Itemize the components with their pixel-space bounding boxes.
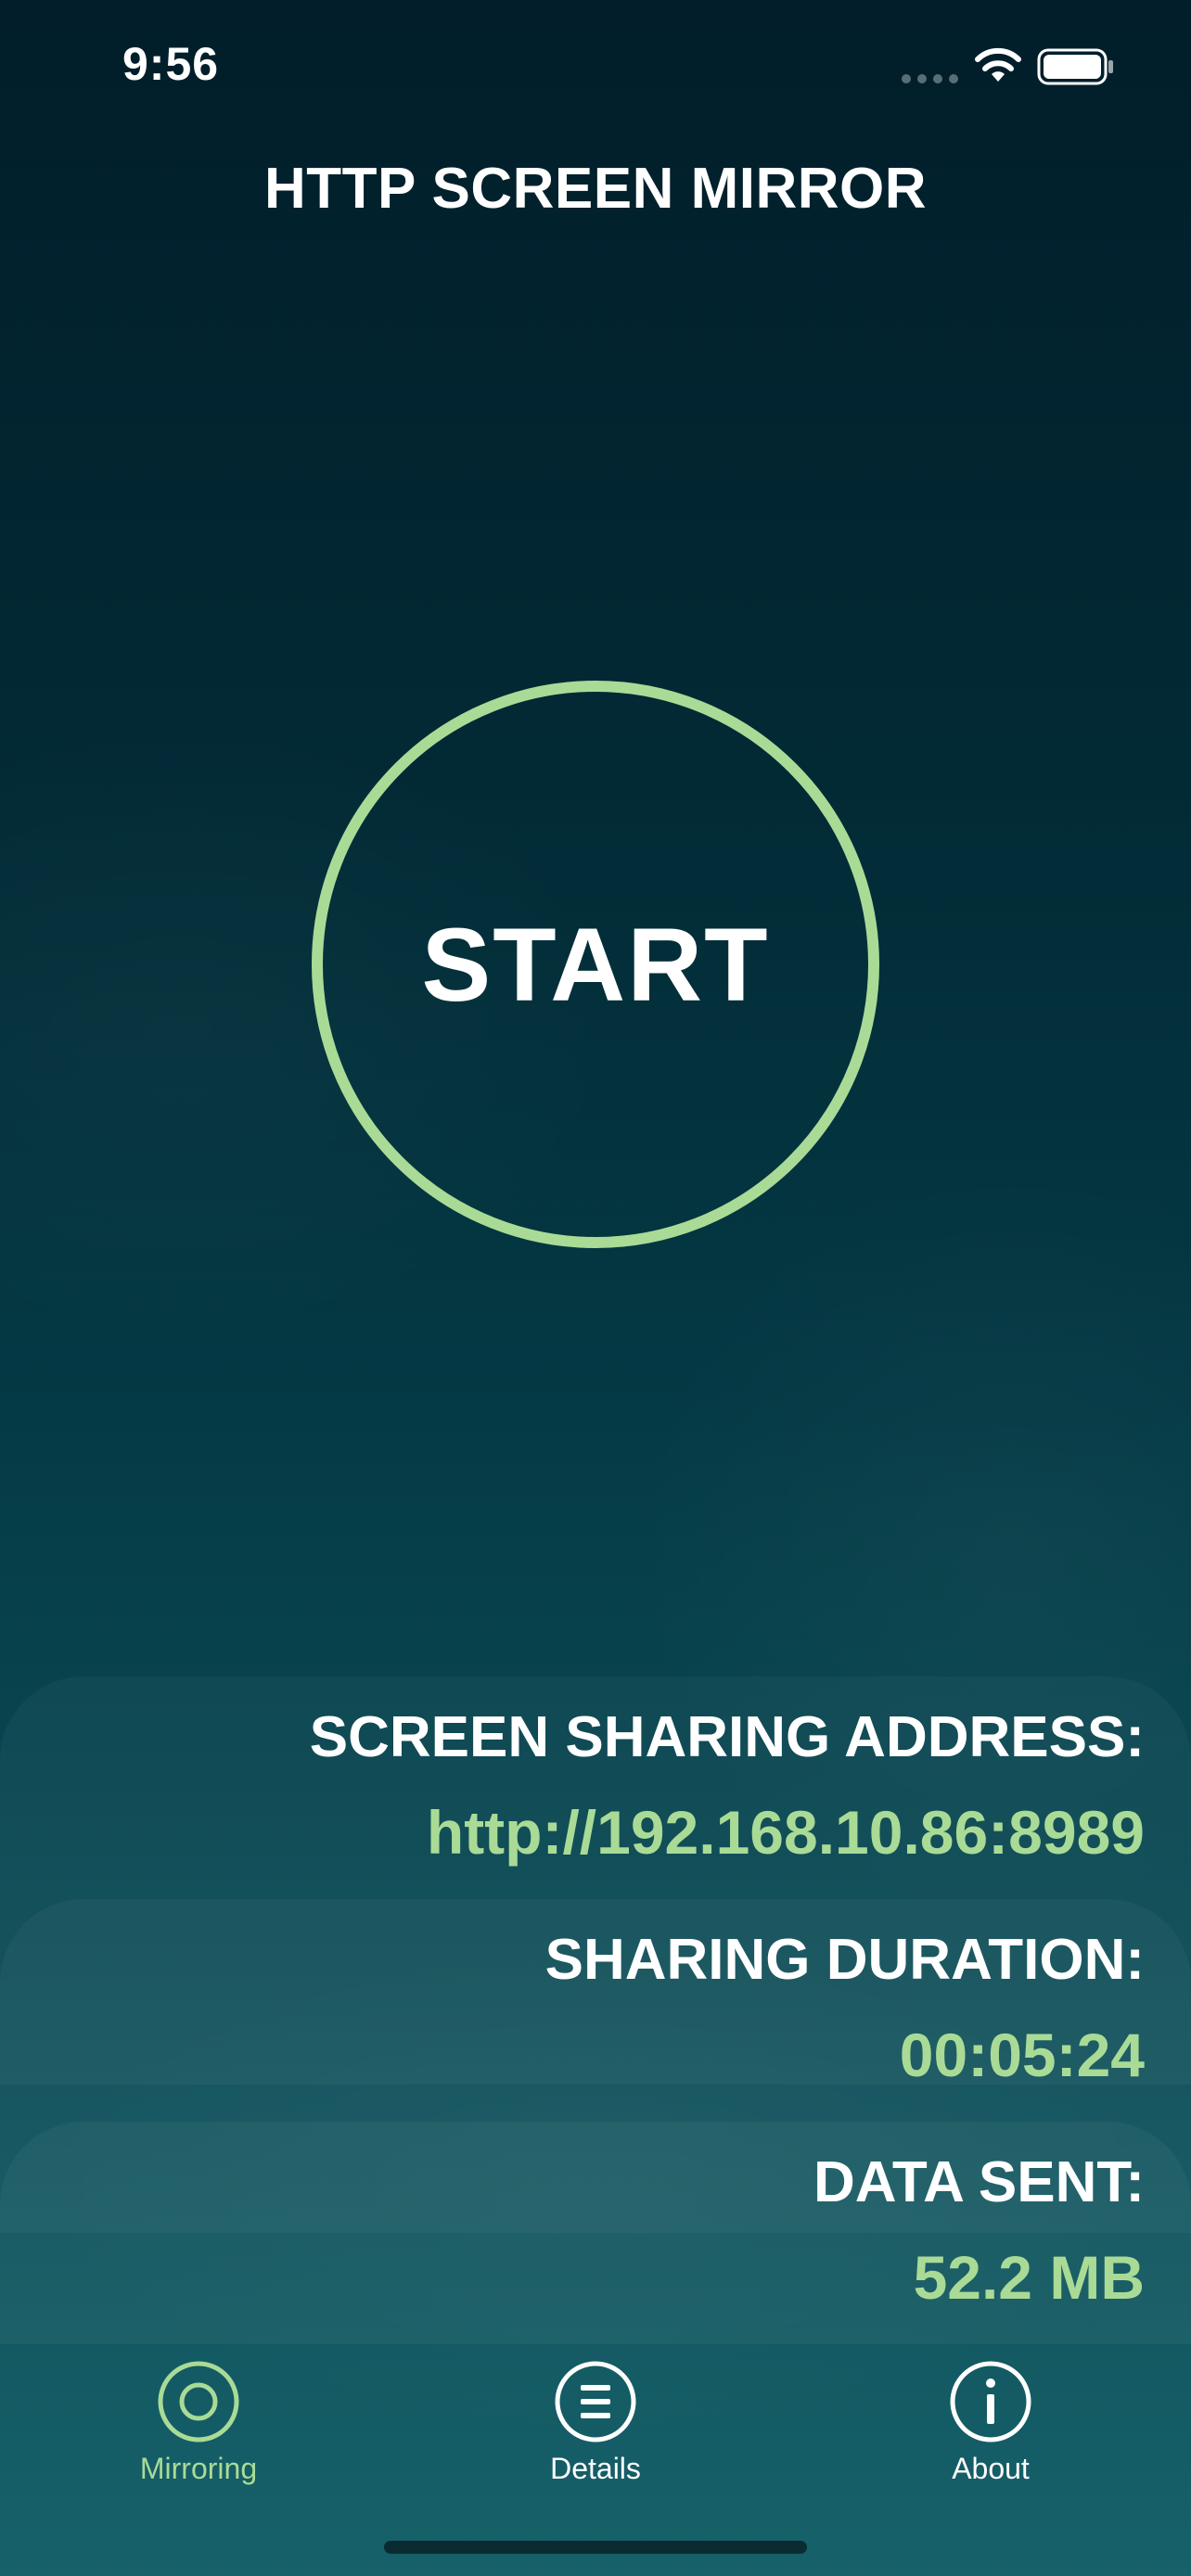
start-button[interactable]: START — [312, 681, 879, 1248]
data-sent-panel: DATA SENT: 52.2 MB — [0, 2122, 1191, 2344]
sharing-duration-value: 00:05:24 — [899, 2021, 1145, 2089]
list-icon — [555, 2361, 636, 2442]
data-sent-value: 52.2 MB — [913, 2243, 1145, 2312]
tab-about[interactable]: About — [879, 2359, 1102, 2517]
status-bar: 9:56 — [0, 0, 1191, 130]
tab-mirroring-label: Mirroring — [139, 2452, 258, 2485]
cellular-signal-icon — [902, 74, 958, 83]
app-screen: 9:56 HTTP SCREEN MIRROR START SCREEN SHA… — [0, 0, 1191, 2576]
data-sent-label: DATA SENT: — [813, 2150, 1145, 2214]
tab-details[interactable]: Details — [484, 2359, 707, 2517]
tab-details-label: Details — [550, 2452, 641, 2485]
mirroring-icon — [158, 2361, 239, 2442]
info-icon — [950, 2361, 1031, 2442]
page-title: HTTP SCREEN MIRROR — [263, 157, 927, 221]
home-indicator — [384, 2541, 807, 2554]
sharing-duration-label: SHARING DURATION: — [544, 1928, 1145, 1992]
battery-icon — [1037, 48, 1113, 85]
sharing-address-value[interactable]: http://192.168.10.86:8989 — [427, 1797, 1145, 1868]
tab-mirroring[interactable]: Mirroring — [87, 2359, 310, 2517]
tab-about-label: About — [952, 2452, 1030, 2485]
start-button-label: START — [421, 906, 770, 1023]
status-time: 9:56 — [122, 38, 220, 90]
sharing-address-label: SCREEN SHARING ADDRESS: — [309, 1705, 1145, 1769]
wifi-icon — [975, 47, 1021, 82]
